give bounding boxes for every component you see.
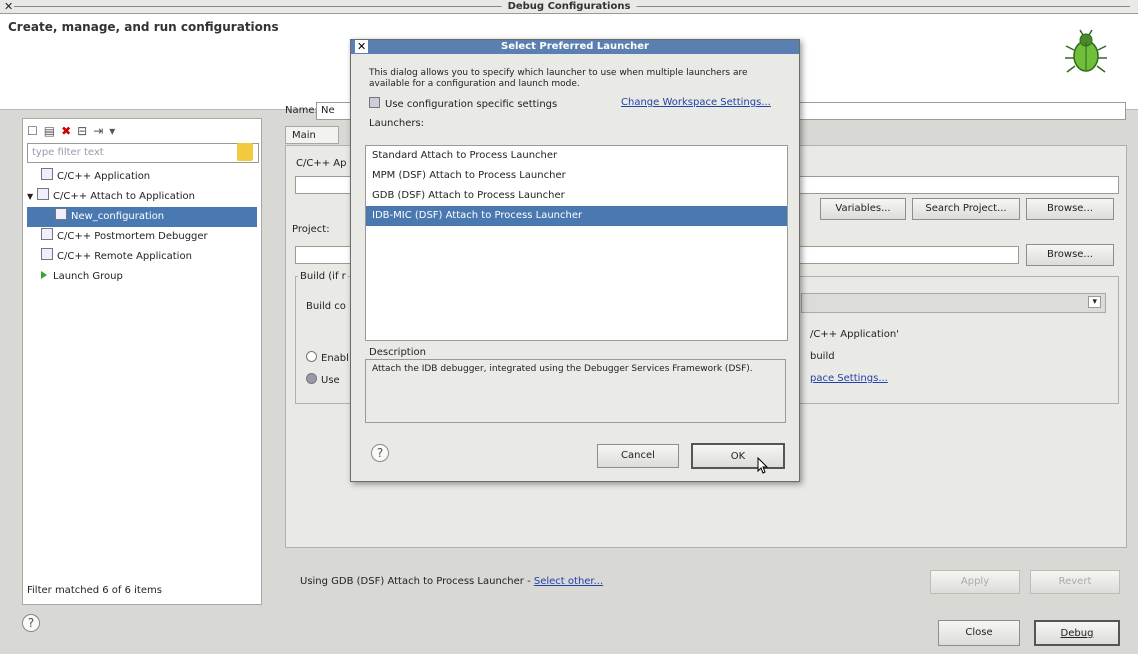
list-item[interactable]: MPM (DSF) Attach to Process Launcher bbox=[366, 166, 787, 186]
filter-icon[interactable]: ⇥ bbox=[93, 124, 103, 138]
project-label: Project: bbox=[292, 224, 330, 235]
list-item[interactable]: GDB (DSF) Attach to Process Launcher bbox=[366, 186, 787, 206]
build-config-select[interactable]: ▾ bbox=[801, 293, 1106, 313]
modal-title: Select Preferred Launcher bbox=[501, 41, 649, 52]
header-heading: Create, manage, and run configurations bbox=[8, 20, 279, 34]
tree-item-cpp-postmortem[interactable]: C/C++ Postmortem Debugger bbox=[27, 227, 257, 247]
config-type-icon bbox=[41, 228, 53, 240]
expand-arrow-icon[interactable]: ▼ bbox=[27, 187, 37, 207]
mouse-cursor-icon bbox=[757, 457, 769, 474]
name-label: Name: bbox=[285, 105, 318, 116]
cancel-button[interactable]: Cancel bbox=[597, 444, 679, 468]
use-specific-settings-checkbox[interactable]: Use configuration specific settings bbox=[369, 97, 557, 110]
modal-description: This dialog allows you to specify which … bbox=[369, 68, 748, 89]
variables-button[interactable]: Variables... bbox=[820, 198, 906, 220]
select-other-link[interactable]: Select other... bbox=[534, 576, 603, 587]
modal-title-bar: ✕ Select Preferred Launcher bbox=[351, 40, 799, 54]
filter-input[interactable]: type filter text bbox=[27, 143, 259, 163]
launcher-status: Using GDB (DSF) Attach to Process Launch… bbox=[300, 576, 603, 587]
use-radio[interactable]: Use bbox=[306, 373, 340, 386]
tab-main[interactable]: Main bbox=[285, 126, 339, 144]
window-title: Debug Configurations bbox=[501, 1, 637, 12]
change-workspace-settings-link[interactable]: Change Workspace Settings... bbox=[621, 97, 771, 108]
tree-toolbar: ☐ ▤ ✖ ⊟ ⇥ ▾ bbox=[27, 121, 115, 141]
launchers-list: Standard Attach to Process Launcher MPM … bbox=[365, 145, 788, 341]
cpp-app-label: C/C++ Ap bbox=[296, 158, 347, 169]
radio-icon bbox=[306, 373, 317, 384]
workspace-settings-link[interactable]: pace Settings... bbox=[810, 373, 888, 384]
collapse-all-icon[interactable]: ⊟ bbox=[77, 124, 87, 138]
config-type-icon bbox=[41, 168, 53, 180]
launcher-status-text: Using GDB (DSF) Attach to Process Launch… bbox=[300, 576, 534, 587]
debug-button[interactable]: Debug bbox=[1034, 620, 1120, 646]
config-type-icon bbox=[37, 188, 49, 200]
tree-item-new-configuration[interactable]: New_configuration bbox=[27, 207, 257, 227]
duplicate-icon[interactable]: ▤ bbox=[44, 124, 55, 138]
launchers-label: Launchers: bbox=[369, 118, 425, 129]
filter-status: Filter matched 6 of 6 items bbox=[27, 585, 162, 596]
revert-button[interactable]: Revert bbox=[1030, 570, 1120, 594]
launch-group-icon bbox=[41, 271, 47, 279]
bug-icon bbox=[1065, 29, 1107, 73]
window-title-bar: ✕ Debug Configurations bbox=[0, 0, 1138, 14]
ok-button[interactable]: OK bbox=[691, 443, 785, 469]
config-icon bbox=[55, 208, 67, 220]
description-label: Description bbox=[369, 347, 426, 358]
tree-item-cpp-attach[interactable]: ▼ C/C++ Attach to Application bbox=[27, 187, 257, 207]
select-preferred-launcher-dialog: ✕ Select Preferred Launcher This dialog … bbox=[350, 39, 800, 482]
cpp-app-text: /C++ Application' bbox=[810, 329, 899, 340]
build-config-label: Build co bbox=[306, 301, 346, 312]
list-item-selected[interactable]: IDB-MIC (DSF) Attach to Process Launcher bbox=[366, 206, 787, 226]
chevron-down-icon: ▾ bbox=[1088, 296, 1101, 308]
build-group-label: Build (if r bbox=[298, 271, 348, 282]
tree-item-cpp-remote[interactable]: C/C++ Remote Application bbox=[27, 247, 257, 267]
build-text: build bbox=[810, 351, 835, 362]
clear-filter-icon[interactable] bbox=[237, 143, 253, 161]
description-box: Attach the IDB debugger, integrated usin… bbox=[365, 359, 786, 423]
new-config-icon[interactable]: ☐ bbox=[27, 124, 38, 138]
tree-item-launch-group[interactable]: Launch Group bbox=[27, 267, 257, 287]
browse-project-button[interactable]: Browse... bbox=[1026, 244, 1114, 266]
config-type-icon bbox=[41, 248, 53, 260]
apply-button[interactable]: Apply bbox=[930, 570, 1020, 594]
help-icon[interactable]: ? bbox=[22, 614, 40, 632]
radio-icon bbox=[306, 351, 317, 362]
modal-help-icon[interactable]: ? bbox=[371, 444, 389, 462]
delete-icon[interactable]: ✖ bbox=[61, 124, 71, 138]
close-button[interactable]: Close bbox=[938, 620, 1020, 646]
tree-item-cpp-application[interactable]: C/C++ Application bbox=[27, 167, 257, 187]
list-item[interactable]: Standard Attach to Process Launcher bbox=[366, 146, 787, 166]
dropdown-icon[interactable]: ▾ bbox=[109, 124, 115, 138]
browse-button[interactable]: Browse... bbox=[1026, 198, 1114, 220]
checkbox-icon bbox=[369, 97, 380, 108]
enable-radio[interactable]: Enabl bbox=[306, 351, 349, 364]
window-close-icon[interactable]: ✕ bbox=[4, 0, 13, 13]
search-project-button[interactable]: Search Project... bbox=[912, 198, 1020, 220]
configuration-tree-pane: ☐ ▤ ✖ ⊟ ⇥ ▾ type filter text C/C++ Appli… bbox=[22, 118, 262, 605]
configuration-tree: C/C++ Application ▼ C/C++ Attach to Appli… bbox=[27, 167, 257, 287]
